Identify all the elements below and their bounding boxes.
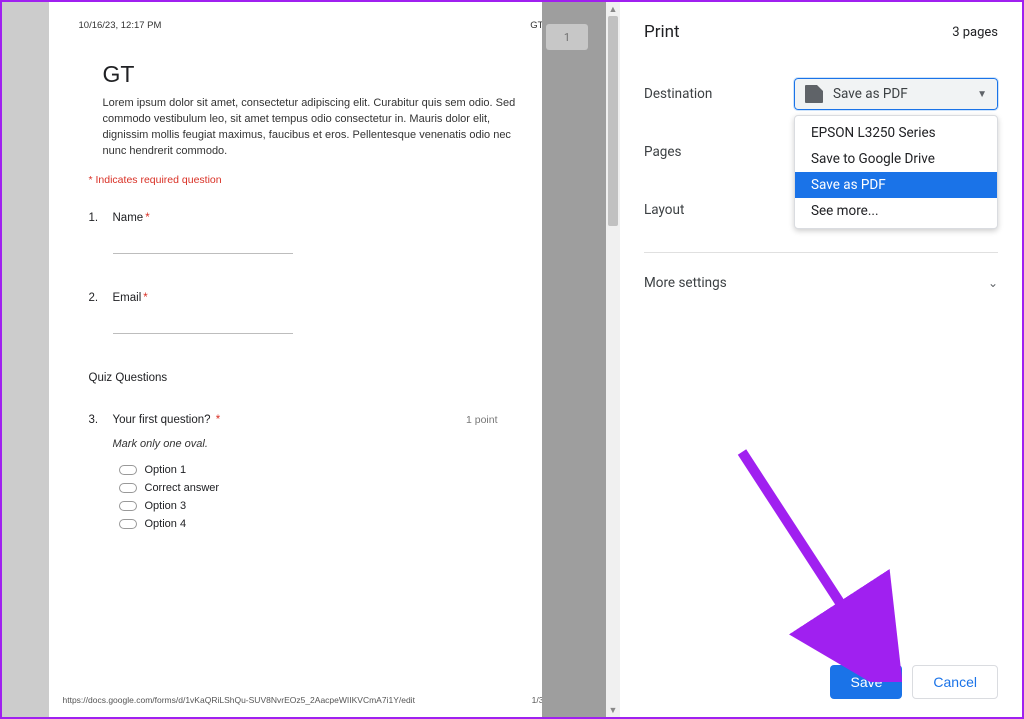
question-number: 3. (89, 414, 113, 426)
chevron-down-icon: ⌄ (988, 276, 998, 290)
question-3: 3. Your first question? * 1 point (89, 414, 544, 426)
question-1: 1. Name* (89, 212, 544, 224)
question-label: Your first question? * (113, 414, 221, 426)
settings-header: Print 3 pages (644, 22, 998, 42)
option-row: Option 4 (119, 518, 544, 530)
answer-input-line (113, 316, 293, 334)
timestamp: 10/16/23, 12:17 PM (79, 20, 162, 31)
dropdown-option-epson[interactable]: EPSON L3250 Series (795, 120, 997, 146)
preview-gutter: 1 ▲ ▼ (542, 2, 620, 717)
pdf-icon (805, 85, 823, 103)
option-label: Option 4 (145, 518, 187, 530)
footer-url: https://docs.google.com/forms/d/1vKaQRiL… (63, 695, 415, 705)
more-settings-label: More settings (644, 275, 727, 291)
layout-label: Layout (644, 202, 794, 218)
page-number-indicator: 1 (546, 24, 588, 50)
oval-icon (119, 501, 137, 511)
preview-scrollbar[interactable]: ▲ ▼ (606, 2, 620, 717)
dialog-footer: Save Cancel (830, 665, 998, 699)
question-points: 1 point (466, 414, 498, 426)
dropdown-option-google-drive[interactable]: Save to Google Drive (795, 146, 997, 172)
print-dialog: 10/16/23, 12:17 PM GT GT Lorem ipsum dol… (2, 2, 1022, 717)
save-button[interactable]: Save (830, 665, 902, 699)
question-hint: Mark only one oval. (113, 438, 544, 450)
dropdown-option-save-pdf[interactable]: Save as PDF (795, 172, 997, 198)
question-2: 2. Email* (89, 292, 544, 304)
destination-row: Destination Save as PDF ▼ (644, 78, 998, 110)
preview-page-header: 10/16/23, 12:17 PM GT (79, 20, 544, 31)
oval-icon (119, 465, 137, 475)
document-title: GT (103, 61, 544, 88)
destination-value: Save as PDF (833, 86, 908, 102)
question-label: Email* (113, 292, 148, 304)
destination-select[interactable]: Save as PDF ▼ (794, 78, 998, 110)
page-count: 3 pages (952, 25, 998, 40)
option-label: Option 3 (145, 500, 187, 512)
print-preview-pane: 10/16/23, 12:17 PM GT GT Lorem ipsum dol… (2, 2, 620, 717)
question-number: 1. (89, 212, 113, 224)
destination-dropdown[interactable]: EPSON L3250 Series Save to Google Drive … (794, 115, 998, 229)
question-number: 2. (89, 292, 113, 304)
pages-label: Pages (644, 144, 794, 160)
more-settings-toggle[interactable]: More settings ⌄ (644, 252, 998, 291)
cancel-button[interactable]: Cancel (912, 665, 998, 699)
print-settings-pane: Print 3 pages Destination Save as PDF ▼ … (620, 2, 1022, 717)
settings-title: Print (644, 22, 680, 42)
option-row: Correct answer (119, 482, 544, 494)
scroll-down-icon[interactable]: ▼ (606, 703, 620, 717)
section-title: Quiz Questions (89, 372, 544, 384)
preview-page: 10/16/23, 12:17 PM GT GT Lorem ipsum dol… (49, 2, 574, 717)
required-indicator: * Indicates required question (89, 174, 544, 186)
preview-page-footer: https://docs.google.com/forms/d/1vKaQRiL… (63, 695, 544, 705)
caret-down-icon: ▼ (977, 89, 987, 100)
destination-label: Destination (644, 86, 794, 102)
oval-icon (119, 483, 137, 493)
document-description: Lorem ipsum dolor sit amet, consectetur … (103, 96, 523, 160)
option-row: Option 3 (119, 500, 544, 512)
oval-icon (119, 519, 137, 529)
scrollbar-thumb[interactable] (608, 16, 618, 226)
option-label: Option 1 (145, 464, 187, 476)
answer-input-line (113, 236, 293, 254)
option-label: Correct answer (145, 482, 220, 494)
question-label: Name* (113, 212, 150, 224)
dropdown-option-see-more[interactable]: See more... (795, 198, 997, 224)
option-row: Option 1 (119, 464, 544, 476)
scroll-up-icon[interactable]: ▲ (606, 2, 620, 16)
